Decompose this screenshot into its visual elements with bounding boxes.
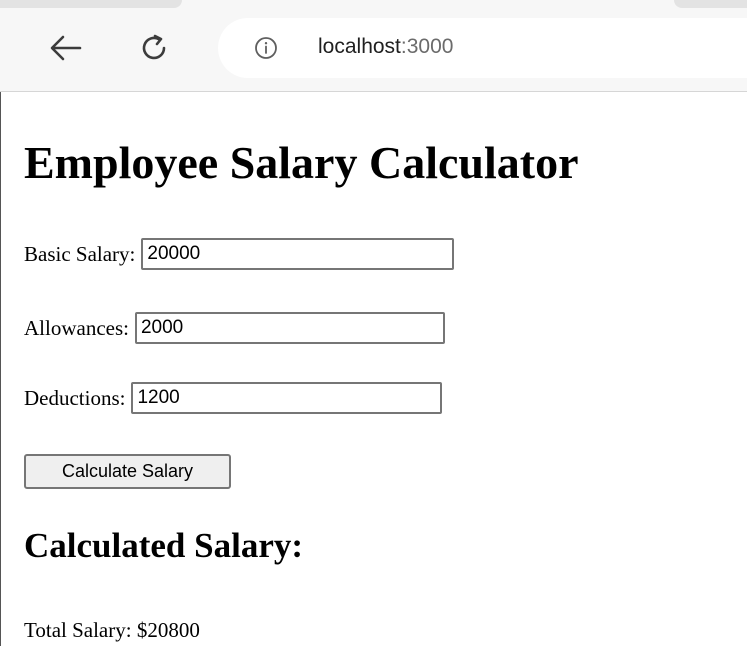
back-arrow-icon: [50, 35, 82, 61]
url-port: :3000: [400, 35, 454, 58]
info-icon[interactable]: [254, 36, 278, 60]
browser-toolbar: localhost:3000: [0, 0, 747, 92]
reload-icon: [142, 34, 166, 60]
result-heading: Calculated Salary:: [24, 526, 304, 565]
deductions-label: Deductions:: [24, 385, 126, 410]
back-button[interactable]: [46, 28, 86, 68]
url-text[interactable]: localhost:3000: [318, 35, 453, 59]
total-salary-text: Total Salary: $20800: [24, 618, 200, 642]
page-edge: [0, 92, 1, 646]
url-host: localhost: [318, 35, 401, 58]
allowances-row: Allowances:: [24, 312, 445, 344]
deductions-input[interactable]: [131, 382, 443, 414]
allowances-input[interactable]: [134, 312, 445, 344]
basic-salary-row: Basic Salary:: [24, 238, 455, 270]
calculate-salary-button[interactable]: Calculate Salary: [24, 454, 231, 489]
reload-button[interactable]: [134, 28, 174, 68]
basic-salary-label: Basic Salary:: [24, 241, 136, 266]
deductions-row: Deductions:: [24, 382, 443, 414]
tab-strip-right: [674, 0, 747, 8]
tab-strip-left: [0, 0, 182, 8]
basic-salary-input[interactable]: [141, 238, 455, 270]
allowances-label: Allowances:: [24, 315, 129, 340]
address-bar[interactable]: localhost:3000: [218, 18, 747, 78]
page-title: Employee Salary Calculator: [24, 137, 579, 188]
